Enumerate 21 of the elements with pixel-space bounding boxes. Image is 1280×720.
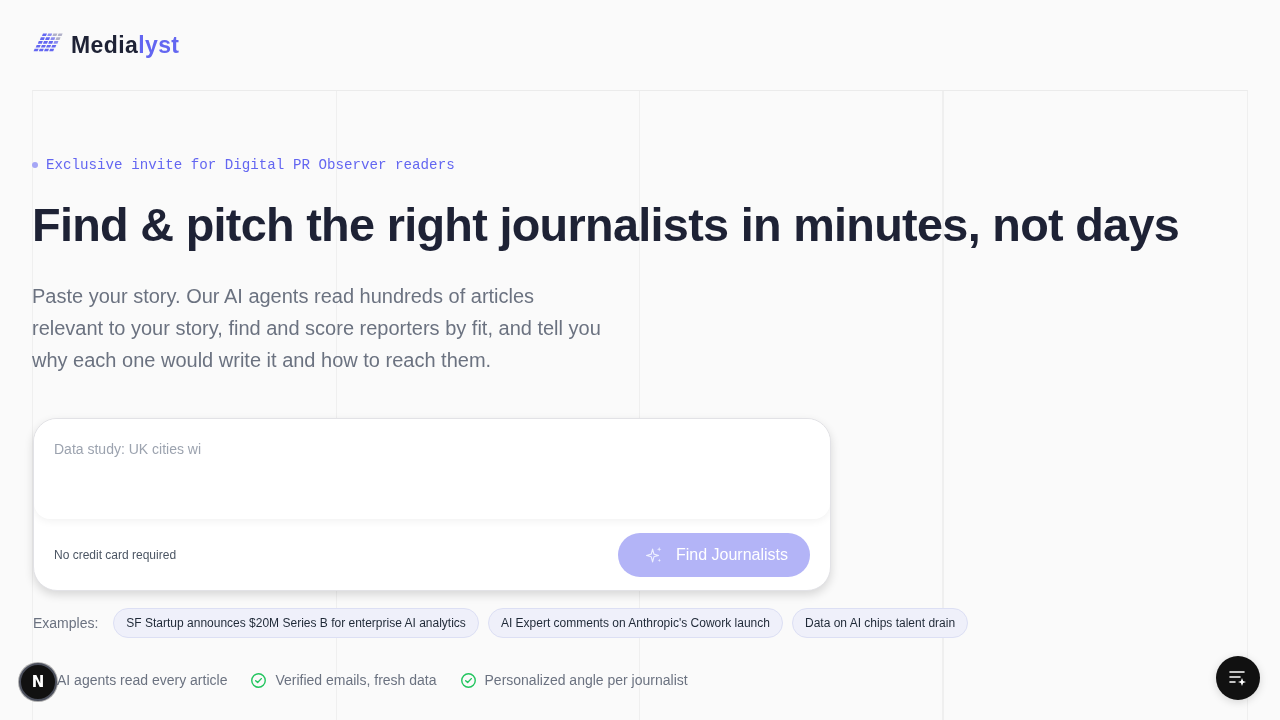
bullet-dot-icon (32, 162, 38, 168)
check-circle-icon (460, 672, 476, 688)
hero-description: Paste your story. Our AI agents read hundreds of articles relevant to your story, find and score reporters by fit, and tell you why each one would write it and how to reach them. (32, 284, 602, 373)
invite-label: Exclusive invite for Digital PR Observer readers (46, 156, 455, 175)
example-chip[interactable]: AI Expert comments on Anthropic's Cowork launch (487, 608, 783, 638)
feature-text: Verified emails, fresh data (275, 672, 437, 688)
list-sparkle-icon (1229, 670, 1247, 686)
sparkle-icon (645, 546, 662, 563)
example-chip[interactable]: SF Startup announces $20M Series B for enterprise AI analytics (113, 608, 479, 638)
assistant-button[interactable] (1216, 656, 1260, 700)
feature-text: AI agents read every article (57, 672, 228, 688)
check-circle-icon (251, 672, 267, 688)
dev-tools-button[interactable]: N (19, 663, 57, 701)
no-credit-card-note: No credit card required (54, 547, 177, 562)
hero-heading: Find & pitch the right journalists in minutes, not days (32, 198, 1181, 253)
examples-label: Examples: (33, 615, 99, 631)
story-input-field[interactable]: Data study: UK cities wi (34, 419, 830, 519)
example-chip[interactable]: Data on AI chips talent drain (791, 608, 969, 638)
feature-text: Personalized angle per journalist (484, 672, 688, 688)
brand-name[interactable]: Medialyst (71, 32, 180, 58)
logo-icon (33, 33, 63, 52)
